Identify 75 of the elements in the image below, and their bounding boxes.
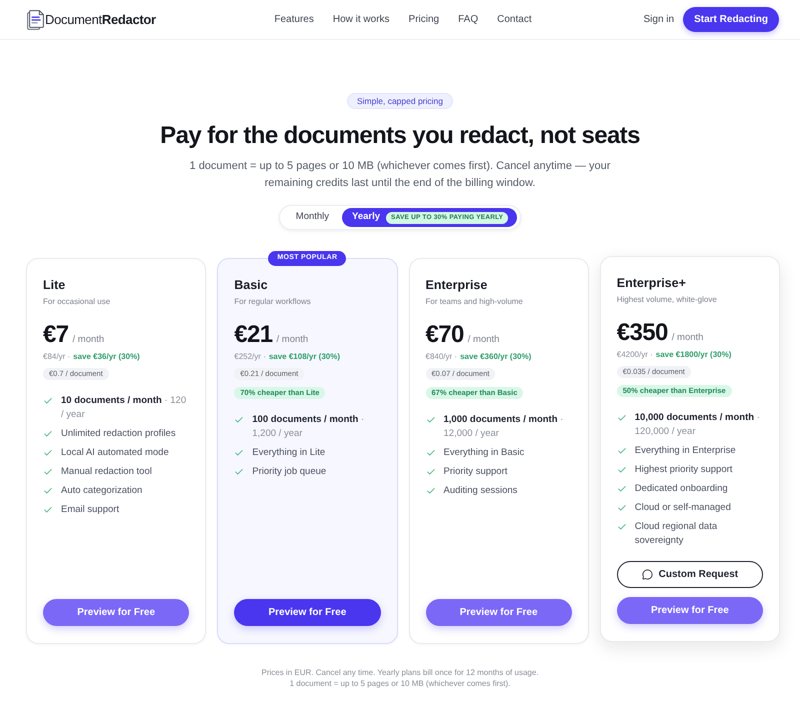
price-period: / month [72, 333, 104, 347]
billing-option[interactable]: Monthly [282, 208, 342, 227]
quota-text: 10 documents / month · 120 / year [61, 394, 188, 422]
quota-text: 10,000 documents / month · 120,000 / year [634, 411, 761, 439]
feature-text: Unlimited redaction profiles [61, 427, 176, 441]
nav-link[interactable]: Features [274, 12, 314, 27]
plan-tagline: For occasional use [43, 296, 112, 307]
check-icon [616, 446, 627, 456]
feature-text: Priority job queue [252, 465, 326, 479]
yearly-total: €252/yr · [234, 351, 266, 362]
price-period: / month [672, 331, 704, 345]
feature-text: Auditing sessions [444, 484, 518, 498]
page-subtitle: 1 document = up to 5 pages or 10 MB (whichever comes first). Cancel anytime — your remaining credits last until the end of the billing window. [188, 159, 612, 191]
check-icon [616, 503, 627, 513]
plan-name: Enterprise+ [616, 276, 687, 291]
chat-bubble-icon [642, 569, 653, 580]
plan-name: Enterprise [426, 278, 488, 293]
feature-text: Dedicated onboarding [634, 482, 728, 496]
yearly-total: €840/yr · [426, 351, 458, 362]
feature-text: Priority support [444, 465, 508, 479]
feature-text: Cloud regional data sovereignty [634, 520, 718, 548]
nav-link[interactable]: Pricing [408, 12, 440, 27]
preview-button[interactable]: Preview for Free [426, 599, 572, 626]
plan-tagline: For teams and high-volume [426, 296, 524, 307]
feature-text: Everything in Basic [444, 446, 524, 460]
plan-name: Lite [43, 278, 66, 293]
plan-tagline: For regular workflows [234, 296, 312, 307]
quota-text: 100 documents / month · 1,200 / year [252, 413, 366, 441]
document-icon [27, 10, 44, 30]
feature-text: Email support [61, 503, 120, 517]
logo-text[interactable]: DocumentRedactor [45, 10, 156, 30]
yearly-total: €84/yr · [43, 351, 70, 362]
check-icon [426, 415, 436, 425]
plan-price: €21 [234, 321, 272, 349]
check-icon [616, 465, 627, 475]
plan-price: €350 [616, 319, 668, 347]
feature-text: Everything in Lite [252, 446, 326, 460]
tagline-badge: Simple, capped pricing [347, 93, 453, 109]
feature-text: Manual redaction tool [61, 465, 152, 479]
sign-in-link[interactable]: Sign in [644, 12, 674, 27]
feature-text: Local AI automated mode [61, 446, 169, 460]
check-icon [616, 522, 627, 532]
footer-note: Prices in EUR. Cancel any time. Yearly plans bill once for 12 months of usage. [261, 667, 539, 678]
feature-text: Cloud or self-managed [634, 501, 731, 515]
start-redacting-button[interactable]: Start Redacting [683, 7, 779, 32]
page-title: Pay for the documents you redact, not seats [160, 121, 640, 150]
feature-text: Auto categorization [61, 484, 142, 498]
yearly-savings: save €36/yr (30%) [73, 351, 140, 362]
yearly-savings: save €108/yr (30%) [268, 351, 340, 362]
price-period: / month [468, 333, 500, 347]
yearly-savings: save €1800/yr (30%) [656, 349, 732, 360]
check-icon [616, 484, 627, 494]
check-icon [616, 413, 627, 423]
custom-request-button[interactable]: Custom Request [616, 561, 763, 588]
preview-button[interactable]: Preview for Free [616, 597, 763, 624]
yearly-savings: save €360/yr (30%) [460, 351, 532, 362]
preview-button[interactable]: Preview for Free [234, 599, 380, 626]
yearly-total: €4200/yr · [616, 349, 653, 360]
nav-link[interactable]: FAQ [458, 12, 478, 27]
feature-text: Highest priority support [634, 463, 732, 477]
footer-note: 1 document = up to 5 pages or 10 MB (whichever comes first). [290, 678, 510, 689]
plan-price: €7 [43, 321, 68, 349]
check-icon [234, 415, 244, 425]
check-icon [43, 396, 53, 406]
quota-text: 1,000 documents / month · 12,000 / year [444, 413, 564, 441]
nav-link[interactable]: Contact [497, 12, 532, 27]
feature-text: Everything in Enterprise [634, 444, 736, 458]
plan-price: €70 [426, 321, 464, 349]
nav-link[interactable]: How it works [332, 12, 390, 27]
check-icon [234, 448, 244, 458]
plan-tagline: Highest volume, white-glove [616, 294, 718, 305]
check-icon [234, 467, 244, 477]
preview-button[interactable]: Preview for Free [43, 599, 190, 626]
plan-name: Basic [234, 278, 269, 293]
price-period: / month [276, 333, 308, 347]
